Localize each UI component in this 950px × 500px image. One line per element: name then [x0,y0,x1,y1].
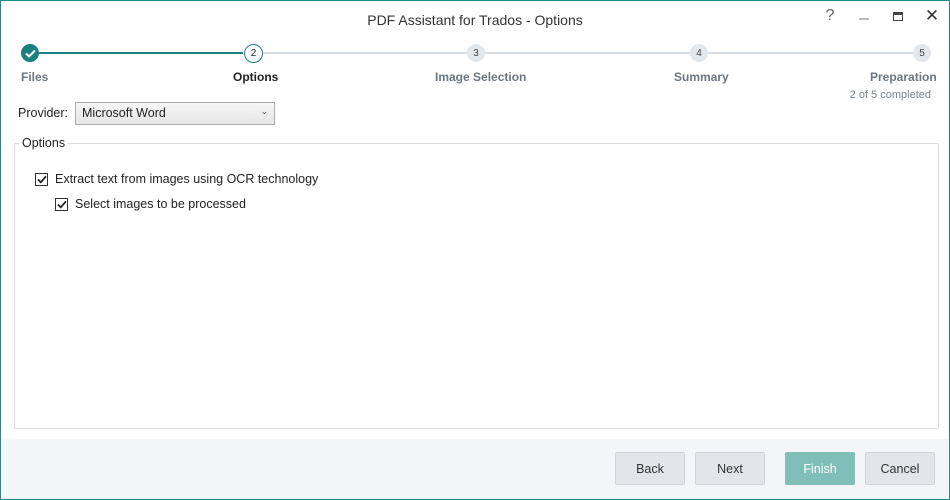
checkmark-icon [24,49,36,58]
ocr-checkbox[interactable] [35,172,48,186]
close-icon: ✕ [924,6,940,25]
checkmark-icon [36,175,47,184]
dialog-footer: Back Next Finish Cancel [1,439,949,499]
ocr-option-label: Extract text from images using OCR techn… [55,172,319,186]
options-group: Options Extract text from images using O… [14,136,939,429]
provider-label: Provider: [18,106,69,120]
step-1-label: Files [21,70,49,84]
select-images-option-label: Select images to be processed [75,197,246,211]
step-3-circle[interactable]: 3 [467,44,485,62]
options-dialog: PDF Assistant for Trados - Options ? ✕ 2… [0,0,950,500]
step-3-label: Image Selection [435,70,527,84]
finish-button[interactable]: Finish [785,452,855,485]
minimize-button[interactable] [849,5,879,27]
next-button[interactable]: Next [695,452,765,485]
step-4-label: Summary [674,70,729,84]
ocr-option[interactable]: Extract text from images using OCR techn… [35,172,318,186]
cancel-button[interactable]: Cancel [865,452,935,485]
select-images-option[interactable]: Select images to be processed [55,197,246,211]
maximize-icon [893,11,903,21]
window-title: PDF Assistant for Trados - Options [367,12,583,28]
step-connector-1 [39,52,243,54]
chevron-down-icon: ⌄ [260,106,268,116]
step-connector-2 [263,52,467,54]
maximize-button[interactable] [883,5,913,27]
help-button[interactable]: ? [815,5,845,27]
title-bar: PDF Assistant for Trados - Options ? ✕ [1,1,949,37]
step-connector-4 [708,52,913,54]
checkmark-icon [56,200,67,209]
step-1-circle[interactable] [21,44,39,62]
select-images-checkbox[interactable] [55,197,68,211]
step-connector-3 [485,52,690,54]
help-icon: ? [825,7,835,24]
progress-text: 2 of 5 completed [849,89,931,101]
options-group-legend: Options [19,136,69,150]
step-5-label: Preparation [870,70,937,84]
minimize-icon [859,18,869,20]
step-5-circle[interactable]: 5 [913,44,931,62]
close-button[interactable]: ✕ [917,5,947,27]
provider-dropdown[interactable]: Microsoft Word ⌄ [75,102,275,125]
back-button[interactable]: Back [615,452,685,485]
step-2-label: Options [233,70,279,84]
step-4-circle[interactable]: 4 [690,44,708,62]
step-2-circle[interactable]: 2 [244,44,263,63]
provider-value: Microsoft Word [82,106,166,120]
wizard-stepper: 2 3 4 5 Files Options Image Selection Su… [1,41,949,106]
